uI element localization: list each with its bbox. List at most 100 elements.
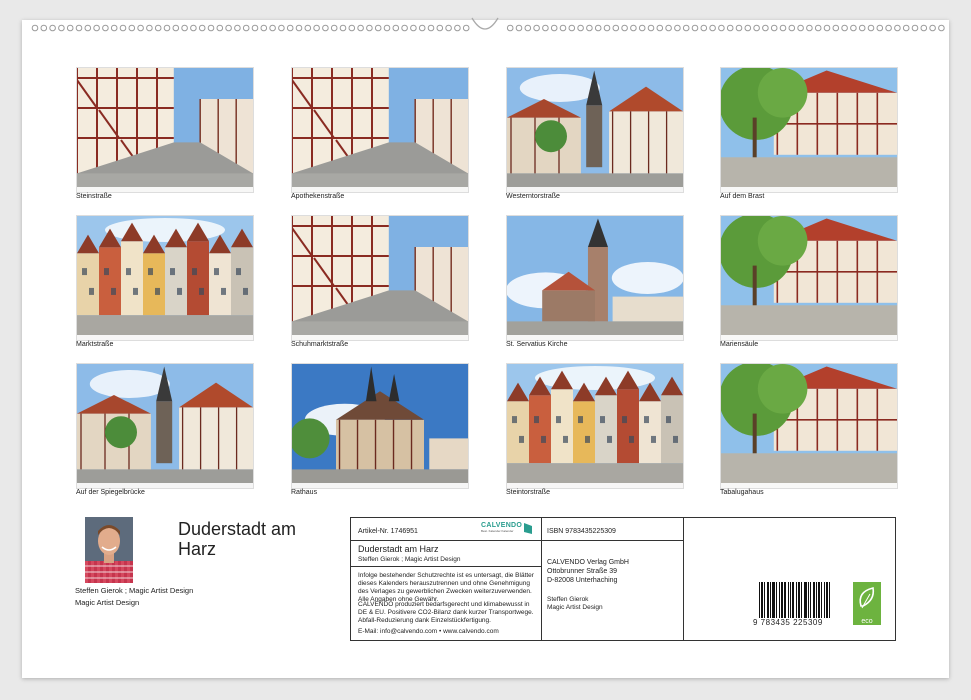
spiral-ring: [850, 24, 857, 32]
publisher-author-2: Magic Artist Design: [547, 604, 603, 611]
spiral-ring: [383, 24, 391, 32]
spiral-ring: [286, 24, 294, 32]
spiral-ring: [260, 24, 268, 32]
calvendo-flag-icon: [524, 523, 532, 534]
spiral-ring: [744, 24, 752, 32]
spiral-ring: [225, 24, 232, 32]
publisher-city: D-82008 Unterhaching: [547, 577, 618, 584]
calendar-photo: [720, 215, 898, 341]
spiral-ring: [251, 24, 259, 32]
spiral-ring: [339, 24, 347, 32]
spiral-ring: [885, 24, 892, 32]
calendar-photo: [76, 363, 254, 489]
spiral-ring: [401, 24, 408, 32]
spiral-ring: [392, 24, 400, 32]
month-stripe: [77, 187, 253, 192]
spiral-ring: [445, 24, 452, 32]
calendar-photo: [506, 363, 684, 489]
spiral-ring: [858, 24, 866, 32]
spiral-ring: [938, 24, 945, 32]
photo-caption: Marktstraße: [76, 341, 114, 348]
spiral-ring: [770, 24, 778, 32]
spiral-ring: [709, 24, 716, 32]
spiral-ring: [665, 24, 672, 32]
spiral-ring: [454, 24, 461, 32]
photo-caption: Mariensäule: [720, 341, 759, 348]
spiral-ring: [427, 24, 435, 32]
contact-line: E-Mail: info@calvendo.com • www.calvendo…: [358, 628, 499, 635]
month-stripe: [292, 187, 468, 192]
spiral-ring: [929, 24, 936, 32]
calendar-title: Duderstadt am Harz: [178, 519, 297, 559]
spiral-ring: [638, 24, 646, 32]
spiral-ring: [128, 24, 136, 32]
spiral-ring: [366, 24, 373, 32]
month-stripe: [721, 187, 897, 192]
spiral-ring: [594, 24, 602, 32]
photo-illustration: [292, 364, 468, 488]
calendar-photo: [291, 215, 469, 341]
publisher-author: Steffen Gierok Magic Artist Design: [547, 596, 603, 612]
spiral-ring: [550, 24, 558, 32]
photo-illustration: [77, 68, 253, 192]
spiral-ring: [216, 24, 224, 32]
month-stripe: [721, 335, 897, 340]
spiral-ring: [31, 24, 39, 32]
info-column-article: Artikel-Nr. 1746951 CALVENDO Best. Kalen…: [351, 518, 542, 640]
photo-illustration: [77, 364, 253, 488]
calendar-photo: [720, 363, 898, 489]
spiral-ring: [647, 24, 655, 32]
spiral-ring: [867, 24, 875, 32]
spiral-ring: [788, 24, 796, 32]
spiral-ring: [374, 24, 382, 32]
spiral-ring: [110, 24, 118, 32]
photo-caption: Schuhmarktstraße: [291, 341, 349, 348]
photo-illustration: [721, 216, 897, 340]
photo-illustration: [292, 216, 468, 340]
spiral-ring: [66, 24, 74, 32]
photo-caption: Westerntorstraße: [506, 193, 560, 200]
info-title: Duderstadt am Harz: [358, 544, 439, 554]
spiral-ring: [93, 24, 100, 32]
photo-caption: Steintorstraße: [506, 489, 550, 496]
spiral-ring: [75, 24, 83, 32]
photo-caption: Apothekenstraße: [291, 193, 345, 200]
month-stripe: [721, 483, 897, 488]
spiral-ring: [559, 24, 567, 32]
publisher-info-box: Artikel-Nr. 1746951 CALVENDO Best. Kalen…: [350, 517, 896, 641]
calendar-photo: [506, 215, 684, 341]
month-stripe: [507, 187, 683, 192]
spiral-ring: [410, 24, 417, 32]
eco-label: eco: [861, 618, 873, 625]
author-credit: Steffen Gierok ; Magic Artist Design Mag…: [75, 585, 193, 609]
spiral-ring: [762, 24, 769, 32]
photo-caption: Steinstraße: [76, 193, 112, 200]
spiral-ring: [137, 24, 144, 32]
spiral-ring: [779, 24, 787, 32]
calendar-photo: [76, 67, 254, 193]
publisher-name: CALVENDO Verlag GmbH: [547, 559, 629, 566]
photo-illustration: [507, 216, 683, 340]
photo-caption: Auf der Spiegelbrücke: [76, 489, 145, 496]
spiral-ring: [40, 24, 48, 32]
photo-illustration: [292, 68, 468, 192]
info-column-publisher: ISBN 9783435225309 CALVENDO Verlag GmbH …: [541, 518, 684, 640]
spiral-ring: [894, 24, 901, 32]
spiral-ring: [163, 24, 171, 32]
month-stripe: [77, 483, 253, 488]
month-stripe: [292, 335, 468, 340]
spiral-ring: [506, 24, 514, 32]
photo-illustration: [507, 364, 683, 488]
spiral-ring: [462, 24, 470, 32]
publisher-address: CALVENDO Verlag GmbH Ottobrunner Straße …: [547, 558, 629, 585]
photo-illustration: [77, 216, 253, 340]
spiral-ring: [207, 24, 215, 32]
spiral-ring: [49, 24, 56, 32]
spiral-ring: [823, 24, 831, 32]
photo-caption: St. Servatius Kirche: [506, 341, 568, 348]
spiral-ring: [304, 24, 312, 32]
spiral-ring: [832, 24, 840, 32]
spiral-ring: [621, 24, 628, 32]
spiral-ring: [322, 24, 329, 32]
photo-illustration: [507, 68, 683, 192]
